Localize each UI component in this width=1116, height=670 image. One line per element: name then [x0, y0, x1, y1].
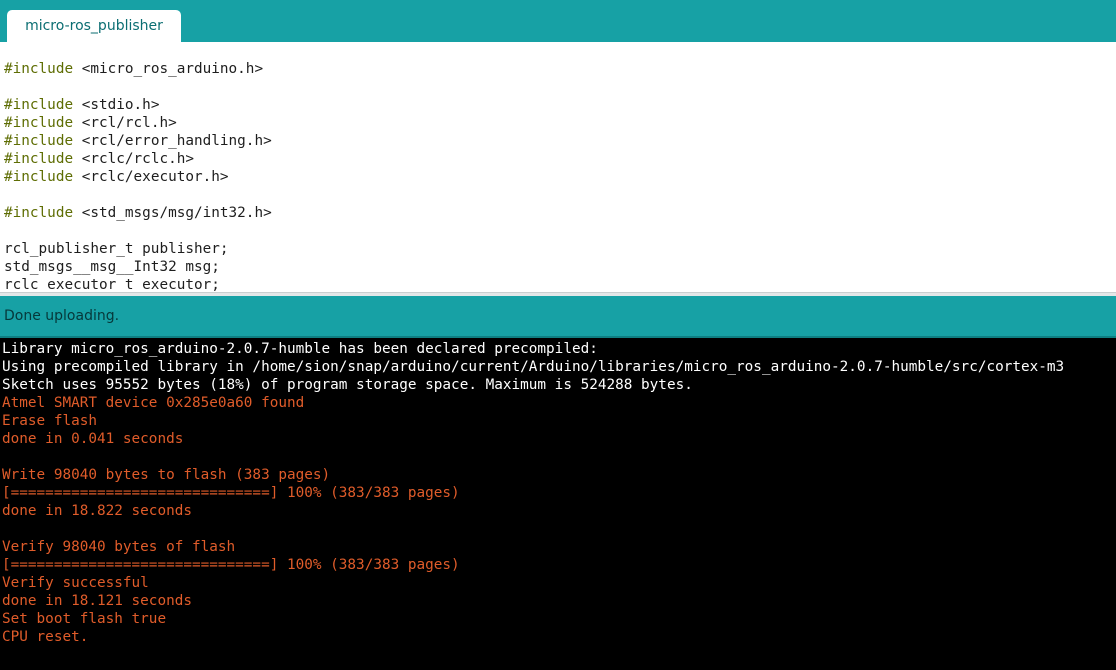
console-output[interactable]: Library micro_ros_arduino-2.0.7-humble h… [0, 338, 1116, 670]
code-text: <stdio.h> [73, 97, 160, 113]
code-line: #include <rcl/rcl.h> [4, 114, 177, 132]
console-line: Using precompiled library in /home/sion/… [2, 359, 1065, 375]
code-text: rclc_executor_t executor; [4, 277, 220, 292]
code-keyword: #include [4, 97, 74, 113]
tab-label: micro-ros_publisher [25, 18, 163, 34]
code-editor[interactable]: #include <micro_ros_arduino.h> #include <… [0, 42, 1116, 292]
status-bar: Done uploading. [0, 296, 1116, 336]
code-text: <rcl/rcl.h> [73, 115, 177, 131]
code-text: <micro_ros_arduino.h> [73, 61, 264, 77]
status-message: Done uploading. [4, 308, 120, 324]
code-text: <rcl/error_handling.h> [73, 133, 272, 149]
tab-micro-ros-publisher[interactable]: micro-ros_publisher [7, 10, 181, 42]
code-text: std_msgs__msg__Int32 msg; [4, 259, 220, 275]
code-line: #include <micro_ros_arduino.h> [4, 60, 263, 78]
code-line: #include <rclc/rclc.h> [4, 150, 194, 168]
code-keyword: #include [4, 133, 74, 149]
code-line: rcl_publisher_t publisher; [4, 240, 229, 258]
console-line: Atmel SMART device 0x285e0a60 found [2, 395, 305, 411]
console-line: Verify 98040 bytes of flash [2, 539, 236, 555]
console-line: Write 98040 bytes to flash (383 pages) [2, 467, 331, 483]
code-text: <std_msgs/msg/int32.h> [73, 205, 272, 221]
code-line: #include <stdio.h> [4, 96, 159, 114]
code-text: rcl_publisher_t publisher; [4, 241, 229, 257]
code-line: std_msgs__msg__Int32 msg; [4, 258, 220, 276]
code-text: <rclc/executor.h> [73, 169, 229, 185]
console-line: done in 0.041 seconds [2, 431, 184, 447]
console-line: Library micro_ros_arduino-2.0.7-humble h… [2, 341, 598, 357]
code-text: <rclc/rclc.h> [73, 151, 194, 167]
tab-bar: micro-ros_publisher [0, 0, 1116, 42]
console-line: done in 18.822 seconds [2, 503, 192, 519]
code-line: rclc_executor_t executor; [4, 276, 220, 292]
console-line: Set boot flash true [2, 611, 167, 627]
code-line: #include <rcl/error_handling.h> [4, 132, 272, 150]
console-line: Sketch uses 95552 bytes (18%) of program… [2, 377, 693, 393]
code-keyword: #include [4, 115, 74, 131]
code-keyword: #include [4, 169, 74, 185]
console-line: Verify successful [2, 575, 149, 591]
console-line: CPU reset. [2, 629, 89, 645]
console-line: [==============================] 100% (3… [2, 557, 460, 573]
code-keyword: #include [4, 61, 74, 77]
code-keyword: #include [4, 205, 74, 221]
code-line: #include <rclc/executor.h> [4, 168, 229, 186]
code-lines: #include <micro_ros_arduino.h> #include <… [0, 42, 1116, 292]
console-line: done in 18.121 seconds [2, 593, 192, 609]
code-line: #include <std_msgs/msg/int32.h> [4, 204, 272, 222]
code-keyword: #include [4, 151, 74, 167]
console-line: [==============================] 100% (3… [2, 485, 460, 501]
console-line: Erase flash [2, 413, 97, 429]
